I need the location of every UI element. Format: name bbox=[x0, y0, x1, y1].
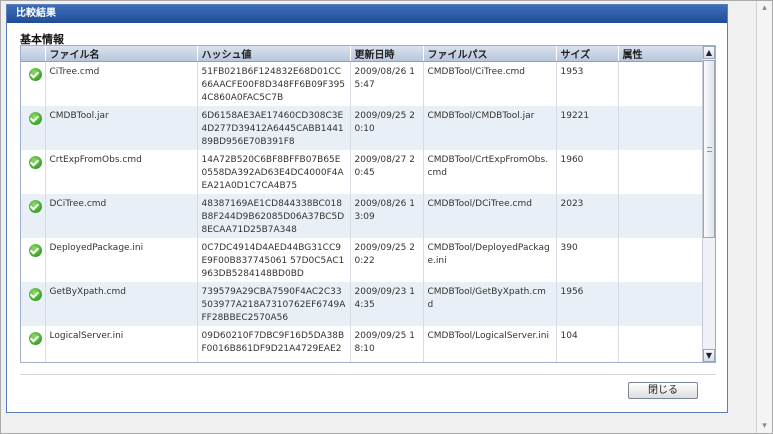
date-cell: 2009/08/26 13:09 bbox=[350, 193, 424, 238]
scroll-up-icon[interactable]: ▲ bbox=[703, 46, 715, 59]
file-name-cell: GetByXpath.cmd bbox=[45, 281, 198, 326]
attr-cell bbox=[618, 193, 704, 238]
file-name-cell: LogicalServer.ini bbox=[45, 325, 198, 362]
check-icon bbox=[29, 68, 42, 81]
table-row[interactable]: GetByXpath.cmd 739579A29CBA7590F4AC2C335… bbox=[21, 281, 704, 326]
hash-cell: 48387169AE1CD844338BC018B8F244D9B62085D0… bbox=[197, 193, 351, 238]
size-cell: 1956 bbox=[556, 281, 619, 326]
table-row[interactable]: CrtExpFromObs.cmd 14A72B520C6BF8BFFB07B6… bbox=[21, 149, 704, 194]
page-scrollbar[interactable]: ▴ ▾ bbox=[756, 1, 772, 433]
dialog-title: 比較結果 bbox=[7, 5, 727, 23]
status-cell bbox=[21, 61, 46, 106]
status-cell bbox=[21, 149, 46, 194]
path-cell: CMDBTool/DeployedPackage.ini bbox=[423, 237, 557, 282]
date-cell: 2009/08/27 20:45 bbox=[350, 149, 424, 194]
column-header-updated[interactable]: 更新日時 bbox=[350, 46, 424, 62]
status-cell bbox=[21, 281, 46, 326]
attr-cell bbox=[618, 237, 704, 282]
close-button[interactable]: 閉じる bbox=[628, 382, 698, 399]
size-cell: 390 bbox=[556, 237, 619, 282]
date-cell: 2009/09/25 18:10 bbox=[350, 325, 424, 362]
size-cell: 1953 bbox=[556, 61, 619, 106]
check-icon bbox=[29, 243, 42, 257]
status-cell bbox=[21, 193, 46, 238]
hash-cell: 0C7DC4914D4AED44BG31CC9E9F00B837745061 5… bbox=[197, 237, 351, 282]
hash-cell: 51FB021B6F124832E68D01CC66AACFE00F8D348F… bbox=[197, 61, 351, 106]
page-scroll-down-icon[interactable]: ▾ bbox=[758, 419, 771, 433]
check-icon bbox=[29, 155, 42, 169]
table-row[interactable]: LogicalServer.ini 09D60210F7DBC9F16D5DA3… bbox=[21, 325, 704, 362]
table-row[interactable]: DeployedPackage.ini 0C7DC4914D4AED44BG31… bbox=[21, 237, 704, 282]
hash-cell: 09D60210F7DBC9F16D5DA38BF0016B861DF9D21A… bbox=[197, 325, 351, 362]
attr-cell bbox=[618, 325, 704, 362]
size-cell: 1960 bbox=[556, 149, 619, 194]
attr-cell bbox=[618, 281, 704, 326]
path-cell: CMDBTool/LogicalServer.ini bbox=[423, 325, 557, 362]
table-row[interactable]: DCiTree.cmd 48387169AE1CD844338BC018B8F2… bbox=[21, 193, 704, 238]
table-header-row: ファイル名 ハッシュ値 更新日時 ファイルパス サイズ 属性 bbox=[21, 46, 704, 62]
column-header-file-path[interactable]: ファイルパス bbox=[423, 46, 557, 62]
file-name-cell: CMDBTool.jar bbox=[45, 105, 198, 150]
file-name-cell: CrtExpFromObs.cmd bbox=[45, 149, 198, 194]
scroll-down-icon[interactable]: ▼ bbox=[703, 349, 715, 362]
hash-cell: 14A72B520C6BF8BFFB07B65E0558DA392AD63E4D… bbox=[197, 149, 351, 194]
page-scroll-up-icon[interactable]: ▴ bbox=[758, 1, 771, 15]
path-cell: CMDBTool/CMDBTool.jar bbox=[423, 105, 557, 150]
file-name-cell: CiTree.cmd bbox=[45, 61, 198, 106]
path-cell: CMDBTool/CiTree.cmd bbox=[423, 61, 557, 106]
column-header-size[interactable]: サイズ bbox=[556, 46, 619, 62]
date-cell: 2009/08/26 15:47 bbox=[350, 61, 424, 106]
grip-icon bbox=[707, 147, 712, 152]
compare-result-dialog: 比較結果 基本情報 ファイル名 ハッシュ値 更新日時 ファイルパス サイズ 属性 bbox=[6, 4, 728, 413]
table-scrollbar[interactable]: ▲ ▼ bbox=[702, 46, 715, 362]
hash-cell: 6D6158AE3AE17460CD308C3E4D277D39412A6445… bbox=[197, 105, 351, 150]
attr-cell bbox=[618, 149, 704, 194]
attr-cell bbox=[618, 105, 704, 150]
date-cell: 2009/09/23 14:35 bbox=[350, 281, 424, 326]
check-icon bbox=[29, 287, 42, 301]
check-icon bbox=[29, 331, 42, 345]
column-header-status bbox=[21, 46, 46, 62]
size-cell: 104 bbox=[556, 325, 619, 362]
status-cell bbox=[21, 325, 46, 362]
status-cell bbox=[21, 237, 46, 282]
file-table: ファイル名 ハッシュ値 更新日時 ファイルパス サイズ 属性 CiTree.cm… bbox=[20, 45, 716, 363]
check-icon bbox=[29, 199, 42, 213]
status-cell bbox=[21, 105, 46, 150]
scroll-thumb[interactable] bbox=[703, 60, 715, 238]
path-cell: CMDBTool/GetByXpath.cmd bbox=[423, 281, 557, 326]
hash-cell: 739579A29CBA7590F4AC2C33503977A218A73107… bbox=[197, 281, 351, 326]
date-cell: 2009/09/25 20:22 bbox=[350, 237, 424, 282]
table-row[interactable]: CiTree.cmd 51FB021B6F124832E68D01CC66AAC… bbox=[21, 61, 704, 106]
attr-cell bbox=[618, 61, 704, 106]
file-name-cell: DeployedPackage.ini bbox=[45, 237, 198, 282]
check-icon bbox=[29, 111, 42, 125]
path-cell: CMDBTool/DCiTree.cmd bbox=[423, 193, 557, 238]
footer-divider bbox=[20, 374, 716, 375]
size-cell: 2023 bbox=[556, 193, 619, 238]
browser-window: 比較結果 基本情報 ファイル名 ハッシュ値 更新日時 ファイルパス サイズ 属性 bbox=[0, 0, 773, 434]
column-header-attribute[interactable]: 属性 bbox=[618, 46, 704, 62]
path-cell: CMDBTool/CrtExpFromObs.cmd bbox=[423, 149, 557, 194]
file-name-cell: DCiTree.cmd bbox=[45, 193, 198, 238]
column-header-file-name[interactable]: ファイル名 bbox=[45, 46, 198, 62]
size-cell: 19221 bbox=[556, 105, 619, 150]
table-row[interactable]: CMDBTool.jar 6D6158AE3AE17460CD308C3E4D2… bbox=[21, 105, 704, 150]
column-header-hash[interactable]: ハッシュ値 bbox=[197, 46, 351, 62]
date-cell: 2009/09/25 20:10 bbox=[350, 105, 424, 150]
